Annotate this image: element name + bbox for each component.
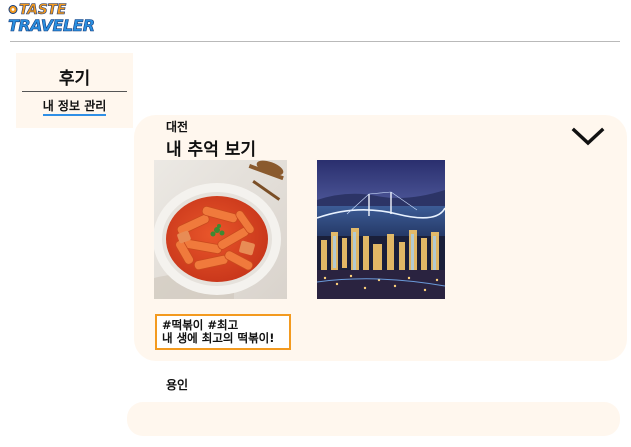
memory-card-title: 내 추억 보기	[166, 140, 257, 160]
second-memory-card[interactable]	[127, 402, 620, 436]
my-info-link[interactable]: 내 정보 관리	[16, 97, 133, 116]
sidebar: 후기 내 정보 관리	[16, 53, 133, 128]
chevron-down-icon[interactable]	[571, 126, 605, 148]
memory-card: 대전 내 추억 보기 #떡볶이 #최고 내 생에 최고의 떡볶이!	[134, 115, 627, 361]
sidebar-divider	[22, 91, 127, 92]
city-night-bridge-photo[interactable]	[317, 160, 445, 299]
my-info-link-label[interactable]: 내 정보 관리	[42, 99, 107, 116]
header-divider	[10, 41, 620, 42]
caption-text: 내 생에 최고의 떡볶이!	[162, 331, 275, 345]
memory-caption[interactable]: #떡볶이 #최고 내 생에 최고의 떡볶이!	[155, 314, 291, 350]
app-logo[interactable]: TASTE TRAVELER	[8, 2, 96, 36]
memory-city-label: 대전	[166, 120, 189, 134]
location-pin-icon	[8, 5, 18, 14]
logo-word-traveler: TRAVELER	[8, 16, 96, 36]
sidebar-title: 후기	[58, 69, 91, 89]
tteokbokki-photo[interactable]	[154, 160, 287, 299]
second-city-label: 용인	[166, 378, 189, 392]
